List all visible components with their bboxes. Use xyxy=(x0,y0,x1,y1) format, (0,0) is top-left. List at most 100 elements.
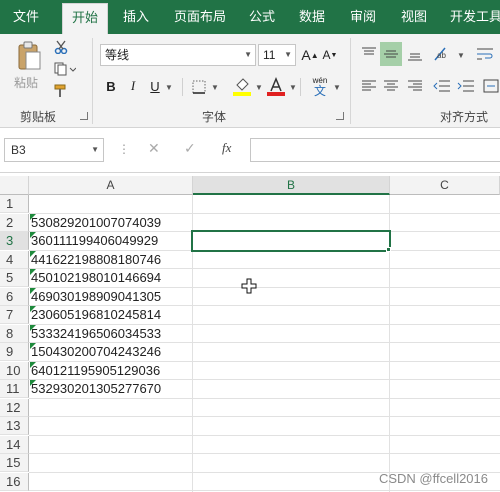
row-header-15[interactable]: 15 xyxy=(0,454,29,472)
font-color-icon[interactable] xyxy=(266,76,286,98)
number-as-text-indicator-icon xyxy=(30,213,36,220)
wrap-text-icon[interactable] xyxy=(474,44,496,64)
row-header-9[interactable]: 9 xyxy=(0,343,29,361)
copy-icon[interactable] xyxy=(52,60,78,78)
cell-a4[interactable]: 441622198808180746 xyxy=(30,251,192,269)
grow-font-button[interactable]: A ▲ xyxy=(301,46,318,64)
shrink-font-button[interactable]: A ▼ xyxy=(322,46,338,64)
cell-a3[interactable]: 360111199406049929 xyxy=(30,232,192,250)
name-box[interactable]: B3 ▼ xyxy=(4,138,104,162)
worksheet-grid[interactable]: A B C 1 2 530829201007074039 3 3601111994060… xyxy=(0,173,500,492)
row-header-7[interactable]: 7 xyxy=(0,306,29,324)
decrease-indent-icon[interactable] xyxy=(432,76,452,96)
align-left-icon[interactable] xyxy=(360,76,378,96)
row-header-16[interactable]: 16 xyxy=(0,472,29,491)
font-name-value: 等线 xyxy=(105,48,130,62)
row-header-3[interactable]: 3 xyxy=(0,232,29,250)
row-header-2[interactable]: 2 xyxy=(0,213,29,232)
paste-icon[interactable] xyxy=(14,40,44,72)
insert-function-icon[interactable]: fx xyxy=(222,140,231,156)
align-top-icon[interactable] xyxy=(360,44,378,64)
column-header-a[interactable]: A xyxy=(29,176,193,195)
cell-a6[interactable]: 469030198909041305 xyxy=(30,288,192,306)
cell-a2[interactable]: 530829201007074039 xyxy=(30,214,192,232)
row-header-13[interactable]: 13 xyxy=(0,417,29,435)
chevron-down-icon[interactable]: ▼ xyxy=(254,80,264,94)
cell-a9[interactable]: 150430200704243246 xyxy=(30,343,192,361)
number-as-text-indicator-icon xyxy=(30,324,36,331)
cancel-icon[interactable]: ✕ xyxy=(148,140,160,157)
fill-color-icon[interactable] xyxy=(232,76,252,98)
orientation-icon[interactable]: ab xyxy=(432,44,454,64)
chevron-down-icon: ▼ xyxy=(284,50,292,59)
bold-button[interactable]: B xyxy=(102,76,120,96)
font-size-value: 11 xyxy=(263,48,276,62)
cell-a8[interactable]: 533324196506034533 xyxy=(30,325,192,343)
tab-page-layout[interactable]: 页面布局 xyxy=(166,0,234,34)
row-header-14[interactable]: 14 xyxy=(0,435,29,454)
italic-button[interactable]: I xyxy=(124,76,142,96)
increase-indent-icon[interactable] xyxy=(456,76,476,96)
row-header-12[interactable]: 12 xyxy=(0,398,29,417)
shrink-font-icon: A xyxy=(322,48,331,62)
format-painter-icon[interactable] xyxy=(52,82,70,100)
align-middle-icon[interactable] xyxy=(380,42,402,66)
font-size-combo[interactable]: 11 ▼ xyxy=(258,44,296,66)
tab-file[interactable]: 文件 xyxy=(0,0,52,34)
tab-formulas[interactable]: 公式 xyxy=(240,0,284,34)
cell-a5[interactable]: 450102198010146694 xyxy=(30,269,192,287)
font-launcher-icon[interactable] xyxy=(336,112,344,120)
chevron-down-icon[interactable]: ▼ xyxy=(332,80,342,94)
cell-a11[interactable]: 532930201305277670 xyxy=(30,380,192,398)
borders-icon[interactable] xyxy=(190,78,208,96)
row-header-11[interactable]: 11 xyxy=(0,380,29,398)
align-center-icon[interactable] xyxy=(382,76,400,96)
row-gridline xyxy=(29,490,500,491)
tab-developer[interactable]: 开发工具 xyxy=(446,0,500,34)
fill-handle[interactable] xyxy=(386,247,391,252)
enter-icon[interactable]: ✓ xyxy=(184,140,196,157)
number-as-text-indicator-icon xyxy=(30,232,36,238)
paste-label[interactable]: 粘贴 xyxy=(14,74,38,91)
number-as-text-indicator-icon xyxy=(30,361,36,368)
clipboard-launcher-icon[interactable] xyxy=(80,112,88,120)
tab-review[interactable]: 审阅 xyxy=(340,0,386,34)
formula-bar: B3 ▼ ⋮ ✕ ✓ fx xyxy=(0,128,500,173)
row-gridline xyxy=(29,416,500,417)
formula-input[interactable] xyxy=(250,138,500,162)
align-right-icon[interactable] xyxy=(406,76,424,96)
name-box-value: B3 xyxy=(11,143,26,157)
chevron-down-icon[interactable]: ▼ xyxy=(456,48,466,62)
divider xyxy=(182,78,183,96)
tab-home[interactable]: 开始 xyxy=(62,3,108,34)
number-as-text-indicator-icon xyxy=(30,269,36,275)
row-header-4[interactable]: 4 xyxy=(0,250,29,269)
font-name-combo[interactable]: 等线 ▼ xyxy=(100,44,256,66)
select-all-corner[interactable] xyxy=(0,176,29,195)
row-header-10[interactable]: 10 xyxy=(0,361,29,380)
chevron-down-icon[interactable]: ▼ xyxy=(164,80,174,94)
cut-icon[interactable] xyxy=(52,38,70,56)
cell-a7[interactable]: 230605196810245814 xyxy=(30,306,192,324)
chevron-down-icon[interactable]: ▼ xyxy=(210,80,220,94)
column-header-c[interactable]: C xyxy=(390,176,500,195)
row-header-5[interactable]: 5 xyxy=(0,269,29,287)
merge-center-icon[interactable] xyxy=(482,76,500,96)
group-divider xyxy=(350,38,351,124)
selected-cell-b3[interactable] xyxy=(191,230,391,252)
number-as-text-indicator-icon xyxy=(30,287,36,294)
align-bottom-icon[interactable] xyxy=(406,44,424,64)
phonetic-guide-button[interactable]: wén 文 xyxy=(308,72,332,100)
row-header-6[interactable]: 6 xyxy=(0,287,29,306)
divider xyxy=(300,78,301,96)
tab-insert[interactable]: 插入 xyxy=(114,0,158,34)
row-header-1[interactable]: 1 xyxy=(0,195,29,213)
row-header-8[interactable]: 8 xyxy=(0,324,29,343)
tab-data[interactable]: 数据 xyxy=(290,0,334,34)
alignment-group-label: 对齐方式 xyxy=(440,110,489,124)
underline-button[interactable]: U xyxy=(146,76,164,96)
tab-view[interactable]: 视图 xyxy=(392,0,436,34)
chevron-down-icon[interactable]: ▼ xyxy=(288,80,298,94)
cell-a10[interactable]: 640121195905129036 xyxy=(30,362,192,380)
column-header-b[interactable]: B xyxy=(193,176,390,195)
